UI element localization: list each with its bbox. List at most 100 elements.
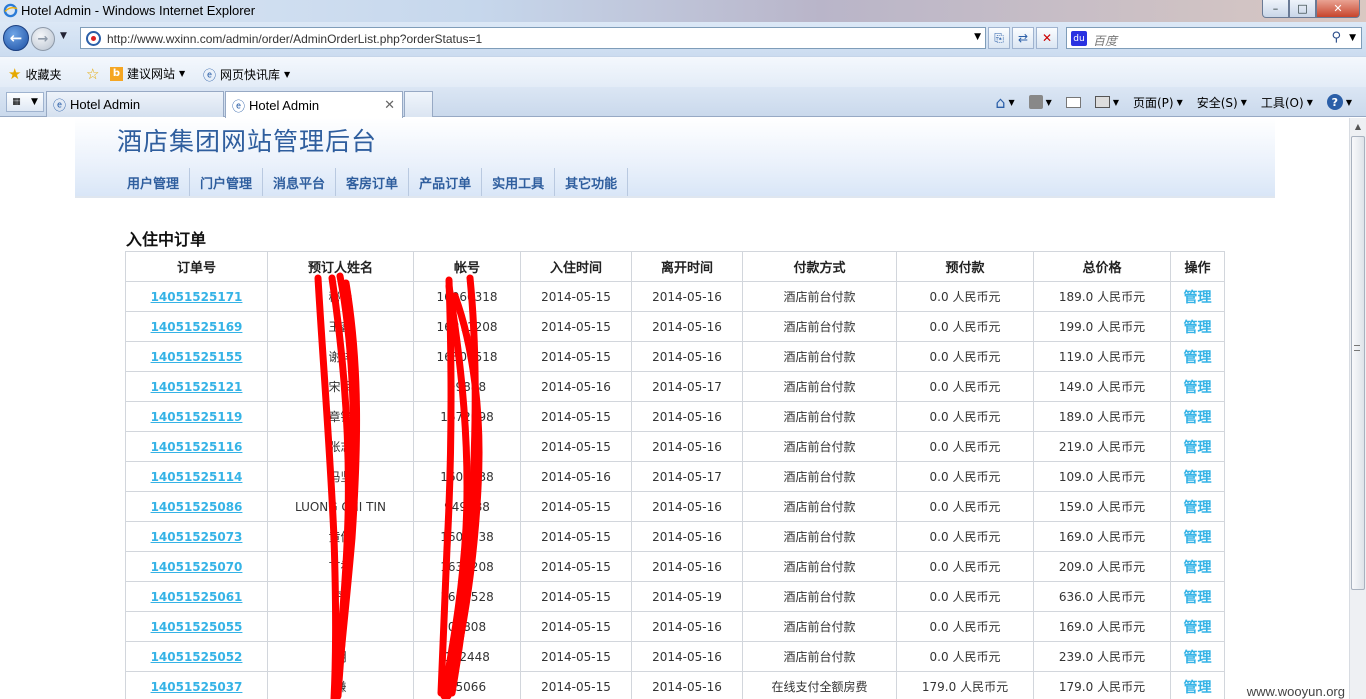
tab-hotel-admin-1[interactable]: ⓔ Hotel Admin bbox=[46, 91, 224, 117]
minimize-button[interactable]: – bbox=[1262, 0, 1289, 18]
column-header: 订单号 bbox=[125, 251, 268, 282]
page-menu[interactable]: 页面(P) ▼ bbox=[1133, 94, 1183, 111]
deposit: 0.0 人民币元 bbox=[896, 521, 1034, 552]
total-price: 189.0 人民币元 bbox=[1033, 401, 1171, 432]
order-id-link[interactable]: 14051525119 bbox=[125, 401, 268, 432]
order-id-link[interactable]: 14051525037 bbox=[125, 671, 268, 699]
nav-portal-management[interactable]: 门户管理 bbox=[190, 168, 264, 196]
new-tab-button[interactable] bbox=[404, 91, 433, 117]
home-button[interactable]: ⌂ ▼ bbox=[995, 93, 1014, 112]
table-row: 14051525037 谦 55066 2014-05-15 2014-05-16 在线支… bbox=[125, 671, 1225, 699]
close-tab-icon[interactable]: ✕ bbox=[384, 97, 395, 113]
safety-menu[interactable]: 安全(S) ▼ bbox=[1197, 94, 1247, 111]
check-out-date: 2014-05-16 bbox=[631, 341, 743, 372]
column-header: 入住时间 bbox=[520, 251, 632, 282]
address-input[interactable]: http://www.wxinn.com/admin/order/AdminOr… bbox=[80, 27, 986, 49]
suggested-sites-link[interactable]: b 建议网站 ▼ bbox=[110, 65, 185, 82]
nav-other-functions[interactable]: 其它功能 bbox=[555, 168, 629, 196]
guest-name: 冯坚 bbox=[267, 461, 414, 492]
manage-link[interactable]: 管理 bbox=[1170, 371, 1225, 402]
search-options-dropdown-icon[interactable]: ▼ bbox=[1349, 33, 1356, 43]
favorites-button[interactable]: ★ 收藏夹 bbox=[8, 65, 61, 83]
back-arrow-icon: ← bbox=[9, 29, 23, 47]
order-id-link[interactable]: 14051525116 bbox=[125, 431, 268, 462]
nav-room-orders[interactable]: 客房订单 bbox=[336, 168, 410, 196]
guest-name: 秘晨 bbox=[267, 281, 414, 312]
guest-name: 丹 bbox=[267, 581, 414, 612]
search-placeholder: 百度 bbox=[1093, 34, 1118, 48]
tab-list-dropdown-icon: ▼ bbox=[30, 97, 38, 107]
history-dropdown-icon[interactable]: ▼ bbox=[60, 31, 67, 41]
add-to-favorites-bar-button[interactable]: ☆ bbox=[86, 65, 99, 83]
manage-link[interactable]: 管理 bbox=[1170, 671, 1225, 699]
check-in-date: 2014-05-15 bbox=[520, 581, 632, 612]
manage-link[interactable]: 管理 bbox=[1170, 401, 1225, 432]
address-dropdown-icon[interactable]: ▼ bbox=[974, 32, 981, 42]
manage-link[interactable]: 管理 bbox=[1170, 311, 1225, 342]
order-id-link[interactable]: 14051525155 bbox=[125, 341, 268, 372]
tab-hotel-admin-2[interactable]: ⓔ Hotel Admin ✕ bbox=[225, 91, 403, 118]
manage-link[interactable]: 管理 bbox=[1170, 491, 1225, 522]
bing-icon: b bbox=[110, 66, 123, 81]
check-out-date: 2014-05-17 bbox=[631, 371, 743, 402]
manage-link[interactable]: 管理 bbox=[1170, 431, 1225, 462]
check-in-date: 2014-05-15 bbox=[520, 641, 632, 672]
suggested-sites-label: 建议网站 bbox=[127, 67, 176, 81]
scroll-up-arrow-icon[interactable]: ▲ bbox=[1350, 118, 1366, 135]
manage-link[interactable]: 管理 bbox=[1170, 581, 1225, 612]
order-id-link[interactable]: 14051525171 bbox=[125, 281, 268, 312]
manage-link[interactable]: 管理 bbox=[1170, 461, 1225, 492]
order-id-link[interactable]: 14051525052 bbox=[125, 641, 268, 672]
manage-link[interactable]: 管理 bbox=[1170, 281, 1225, 312]
manage-link[interactable]: 管理 bbox=[1170, 641, 1225, 672]
order-id-link[interactable]: 14051525114 bbox=[125, 461, 268, 492]
vertical-scrollbar[interactable]: ▲ bbox=[1349, 118, 1366, 699]
guest-name: 绅 bbox=[267, 611, 414, 642]
nav-user-management[interactable]: 用户管理 bbox=[117, 168, 191, 196]
nav-utilities[interactable]: 实用工具 bbox=[482, 168, 556, 196]
guest-name: 谢祥 bbox=[267, 341, 414, 372]
account-number: 99888 bbox=[413, 371, 521, 402]
order-id-link[interactable]: 14051525086 bbox=[125, 491, 268, 522]
site-favicon-icon bbox=[86, 31, 101, 46]
check-out-date: 2014-05-16 bbox=[631, 551, 743, 582]
chevron-down-icon: ▼ bbox=[179, 69, 186, 78]
nav-message-platform[interactable]: 消息平台 bbox=[263, 168, 337, 196]
forward-button[interactable]: → bbox=[31, 27, 55, 51]
back-button[interactable]: ← bbox=[3, 25, 29, 51]
refresh-button[interactable]: ⇄ bbox=[1012, 27, 1034, 49]
print-button[interactable]: ▼ bbox=[1094, 96, 1119, 108]
order-id-link[interactable]: 14051525070 bbox=[125, 551, 268, 582]
table-row: 14051525070 丁祥 1639208 2014-05-15 2014-05-16… bbox=[125, 551, 1225, 582]
favorites-star-icon: ★ bbox=[8, 65, 22, 83]
tools-menu[interactable]: 工具(O) ▼ bbox=[1261, 94, 1313, 111]
ie-page-icon: ⓔ bbox=[203, 69, 217, 84]
forward-arrow-icon: → bbox=[37, 31, 49, 47]
total-price: 239.0 人民币元 bbox=[1033, 641, 1171, 672]
feeds-button[interactable]: ▼ bbox=[1028, 95, 1052, 109]
compatibility-view-button[interactable]: ⎘ bbox=[988, 27, 1010, 49]
scrollbar-thumb[interactable] bbox=[1351, 136, 1365, 590]
manage-link[interactable]: 管理 bbox=[1170, 341, 1225, 372]
manage-link[interactable]: 管理 bbox=[1170, 521, 1225, 552]
total-price: 199.0 人民币元 bbox=[1033, 311, 1171, 342]
search-icon[interactable]: ⚲ bbox=[1331, 30, 1341, 45]
order-id-link[interactable]: 14051525169 bbox=[125, 311, 268, 342]
chevron-down-icon: ▼ bbox=[1176, 97, 1183, 107]
stop-button[interactable]: ✕ bbox=[1036, 27, 1058, 49]
nav-product-orders[interactable]: 产品订单 bbox=[409, 168, 483, 196]
close-window-button[interactable]: ✕ bbox=[1316, 0, 1360, 18]
maximize-button[interactable]: □ bbox=[1289, 0, 1316, 18]
search-input[interactable]: du 百度 ⚲ ▼ bbox=[1066, 27, 1362, 49]
read-mail-button[interactable] bbox=[1065, 96, 1081, 108]
order-id-link[interactable]: 14051525121 bbox=[125, 371, 268, 402]
web-slice-gallery-link[interactable]: ⓔ 网页快讯库 ▼ bbox=[203, 65, 290, 84]
manage-link[interactable]: 管理 bbox=[1170, 551, 1225, 582]
order-id-link[interactable]: 14051525061 bbox=[125, 581, 268, 612]
manage-link[interactable]: 管理 bbox=[1170, 611, 1225, 642]
order-id-link[interactable]: 14051525055 bbox=[125, 611, 268, 642]
account-number: 1672098 bbox=[413, 401, 521, 432]
quick-tabs-button[interactable]: ▦ ▼ bbox=[6, 92, 44, 112]
help-menu[interactable]: ? ▼ bbox=[1326, 94, 1352, 110]
order-id-link[interactable]: 14051525073 bbox=[125, 521, 268, 552]
